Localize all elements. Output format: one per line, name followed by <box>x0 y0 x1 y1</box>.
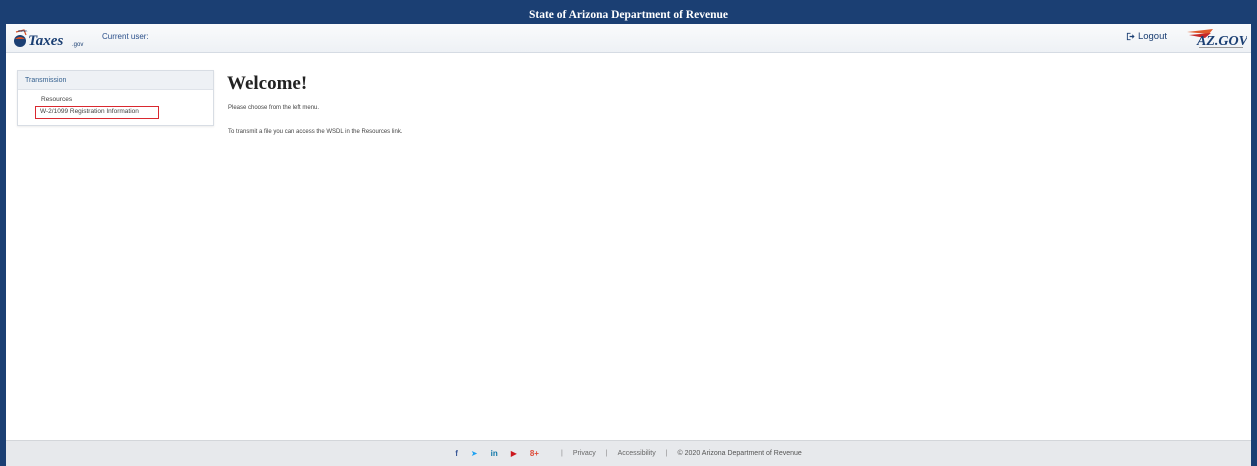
svg-text:AZ.GOV: AZ.GOV <box>1196 34 1247 49</box>
sidebar-list: Resources W-2/1099 Registration Informat… <box>18 90 213 119</box>
aztaxes-logo[interactable]: Taxes .gov www. <box>12 26 98 50</box>
facebook-icon[interactable]: f <box>455 449 458 458</box>
page-title: Welcome! <box>227 73 308 94</box>
footer-separator: | <box>560 450 563 457</box>
logout-label: Logout <box>1137 31 1167 42</box>
footer: f ➤ in ▶ 8+ | Privacy | Accessibility | … <box>6 440 1251 466</box>
sidebar-menu: Transmission Resources W-2/1099 Registra… <box>17 70 214 126</box>
sidebar-item-registration-information[interactable]: W-2/1099 Registration Information <box>35 106 159 119</box>
google-plus-icon[interactable]: 8+ <box>530 449 539 458</box>
svg-text:www.: www. <box>18 28 28 33</box>
accessibility-link[interactable]: Accessibility <box>618 450 656 457</box>
current-user-label: Current user: <box>102 32 149 41</box>
azgov-logo[interactable]: AZ.GOV <box>1183 26 1247 50</box>
app-frame: State of Arizona Department of Revenue T… <box>6 7 1251 466</box>
svg-text:.gov: .gov <box>72 42 83 48</box>
sidebar-item-resources[interactable]: Resources <box>18 94 213 105</box>
sidebar-heading: Transmission <box>18 71 213 90</box>
top-bar: Taxes .gov www. Current user: Logout AZ.… <box>6 24 1251 53</box>
window-title: State of Arizona Department of Revenue <box>6 7 1251 24</box>
linkedin-icon[interactable]: in <box>491 449 498 458</box>
svg-text:Taxes: Taxes <box>28 33 63 49</box>
instruction-text: Please choose from the left menu. <box>228 105 320 111</box>
logout-button[interactable]: Logout <box>1126 31 1167 42</box>
footer-separator: | <box>605 450 608 457</box>
privacy-link[interactable]: Privacy <box>573 450 596 457</box>
copyright-text: © 2020 Arizona Department of Revenue <box>677 450 802 457</box>
logout-icon <box>1126 32 1135 41</box>
wsdl-instruction-text: To transmit a file you can access the WS… <box>228 129 403 135</box>
twitter-icon[interactable]: ➤ <box>471 449 478 458</box>
footer-separator: | <box>665 450 668 457</box>
youtube-icon[interactable]: ▶ <box>511 449 517 458</box>
social-links: f ➤ in ▶ 8+ <box>455 449 539 458</box>
